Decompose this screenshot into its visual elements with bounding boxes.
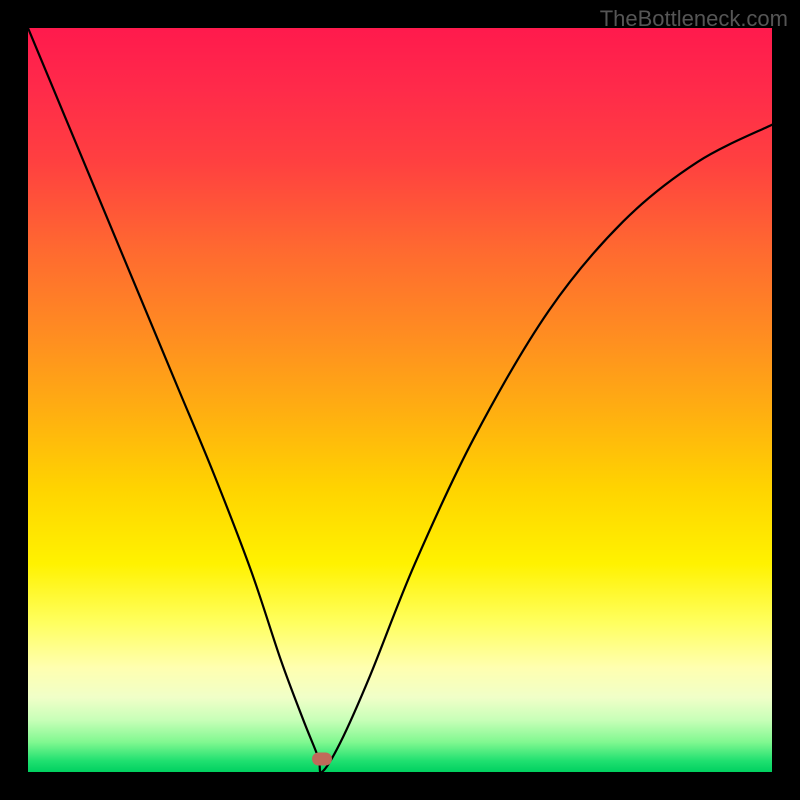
optimum-marker xyxy=(312,752,332,765)
bottleneck-curve xyxy=(28,28,772,772)
watermark-text: TheBottleneck.com xyxy=(600,6,788,32)
plot-area xyxy=(28,28,772,772)
